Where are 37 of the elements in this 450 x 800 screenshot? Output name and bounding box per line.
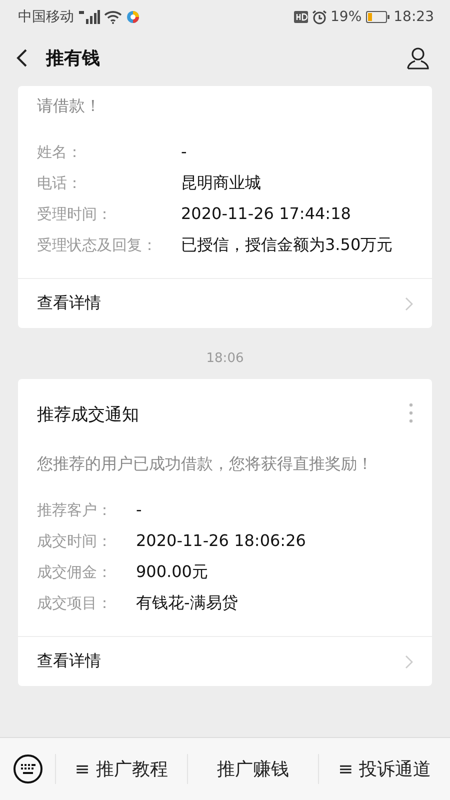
field-label: 受理时间： xyxy=(37,204,113,225)
message-time: 18:06 xyxy=(206,351,244,366)
clock-time: 18:23 xyxy=(394,9,434,25)
card-message: 您推荐的用户已成功借款，您将获得直推奖励！ xyxy=(37,454,374,475)
card-title: 推荐成交通知 xyxy=(37,404,139,426)
battery-icon xyxy=(366,11,390,23)
view-details-link[interactable]: 查看详情 xyxy=(18,278,432,328)
field-value: 2020-11-26 18:06:26 xyxy=(136,530,307,552)
menu-button[interactable]: 推广赚钱 xyxy=(211,753,295,785)
menu-button[interactable]: ≡ 推广教程 xyxy=(68,753,174,785)
field-label: 成交项目： xyxy=(37,593,112,614)
field-label: 推荐客户： xyxy=(37,500,112,521)
hd-icon xyxy=(294,11,308,23)
field-value: - xyxy=(136,499,143,521)
field-label: 姓名： xyxy=(37,142,83,163)
field-label: 受理状态及回复： xyxy=(37,235,157,256)
wifi-icon xyxy=(104,10,122,24)
field-value: 2020-11-26 17:44:18 xyxy=(181,203,352,225)
menu-button[interactable]: ≡ 投诉通道 xyxy=(332,753,438,785)
field-label: 电话： xyxy=(37,173,83,194)
chevron-icon xyxy=(405,296,413,310)
alarm-icon xyxy=(312,10,327,24)
field-label: 成交时间： xyxy=(37,531,112,552)
view-details-link[interactable]: 查看详情 xyxy=(18,636,432,686)
field-value: 900.00元 xyxy=(136,561,209,583)
chat-title: 推有钱 xyxy=(46,47,101,70)
signal-icon xyxy=(78,10,100,24)
app-icon xyxy=(126,10,140,24)
card-message: 请借款！ xyxy=(37,96,102,117)
carrier-name: 中国移动 xyxy=(18,8,74,26)
field-label: 成交佣金： xyxy=(37,562,112,583)
battery-percent: 19% xyxy=(330,9,362,25)
field-value: 已授信，授信金额为3.50万元 xyxy=(181,234,394,256)
field-value: 昆明商业城 xyxy=(181,172,262,194)
field-value: - xyxy=(181,141,188,163)
field-value: 有钱花-满易贷 xyxy=(136,592,239,614)
chevron-icon xyxy=(405,654,413,668)
